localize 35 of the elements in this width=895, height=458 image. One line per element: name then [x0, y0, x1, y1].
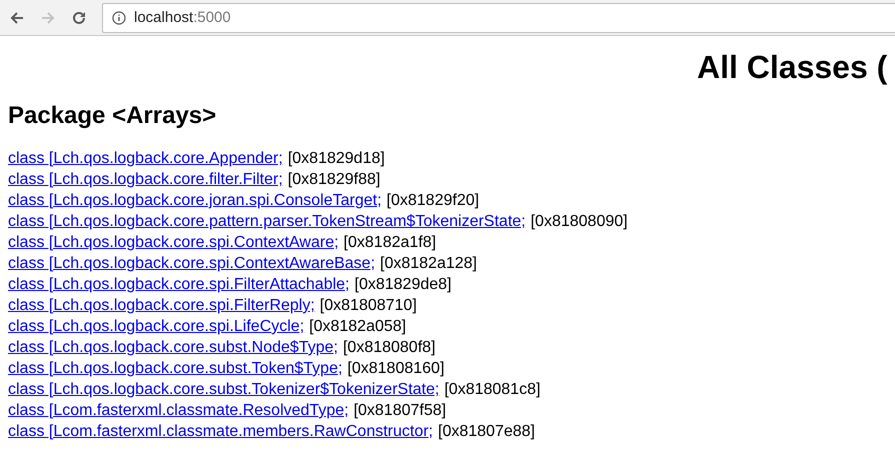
class-link[interactable]: class [Lch.qos.logback.core.spi.LifeCycle;: [8, 318, 304, 335]
class-link[interactable]: class [Lch.qos.logback.core.spi.ContextAware;: [8, 234, 339, 251]
class-address: [0x81808710]: [320, 297, 417, 314]
class-link[interactable]: class [Lch.qos.logback.core.spi.ContextAwareBase;: [8, 255, 376, 272]
class-address: [0x81829f20]: [386, 192, 480, 209]
class-link[interactable]: class [Lcom.fasterxml.classmate.members.RawConstructor;: [8, 423, 433, 440]
class-address: [0x818080f8]: [342, 339, 436, 356]
url-text: localhost:5000: [134, 9, 231, 26]
page-title: All Classes (: [697, 48, 888, 86]
class-address: [0x8182a058]: [309, 318, 406, 335]
class-link[interactable]: class [Lch.qos.logback.core.spi.FilterAttachable;: [8, 276, 350, 293]
class-address: [0x818081c8]: [444, 381, 540, 398]
class-address: [0x81808160]: [347, 360, 444, 377]
class-link[interactable]: class [Lch.qos.logback.core.pattern.parser.TokenStream$TokenizerState;: [8, 213, 526, 230]
class-link[interactable]: class [Lch.qos.logback.core.Appender;: [8, 150, 283, 167]
class-address: [0x8182a1f8]: [344, 234, 436, 251]
class-address: [0x81829d18]: [288, 150, 385, 167]
class-address: [0x81807f58]: [354, 402, 446, 419]
class-address: [0x81808090]: [530, 213, 628, 230]
package-heading: Package <Arrays>: [8, 102, 218, 130]
reload-icon[interactable]: [71, 10, 87, 26]
class-link[interactable]: class [Lch.qos.logback.core.subst.Tokenizer$TokenizerState;: [8, 381, 440, 398]
class-link[interactable]: class [Lcom.fasterxml.classmate.ResolvedType;: [8, 402, 349, 419]
back-icon[interactable]: [9, 10, 25, 26]
class-address: [0x81829f88]: [288, 171, 380, 188]
class-link[interactable]: class [Lch.qos.logback.core.joran.spi.ConsoleTarget;: [8, 192, 382, 209]
class-address: [0x81807e88]: [438, 423, 535, 440]
class-address: [0x8182a128]: [380, 255, 477, 272]
class-link[interactable]: class [Lch.qos.logback.core.subst.Token$Type;: [8, 360, 342, 377]
class-link[interactable]: class [Lch.qos.logback.core.subst.Node$Type;: [8, 339, 338, 356]
info-icon: [112, 10, 126, 24]
address-bar[interactable]: localhost:5000: [102, 2, 895, 32]
class-address: [0x81829de8]: [354, 276, 452, 293]
class-link[interactable]: class [Lch.qos.logback.core.spi.FilterReply;: [8, 297, 315, 314]
class-link[interactable]: class [Lch.qos.logback.core.filter.Filter;: [8, 171, 283, 188]
